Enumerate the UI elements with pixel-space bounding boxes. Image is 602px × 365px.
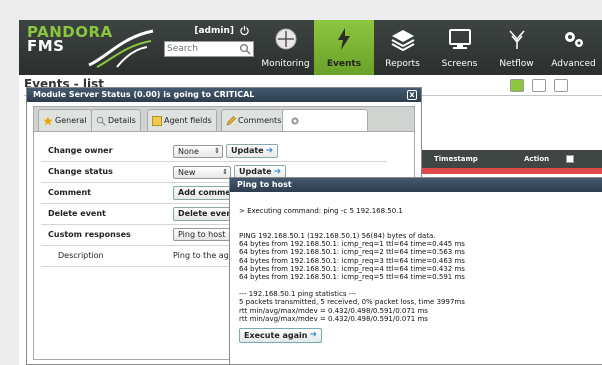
user-box: [admin] [164, 25, 254, 57]
agent-icon [152, 115, 162, 126]
ping-output: > Executing command: ping -c 5 192.168.5… [239, 207, 465, 323]
advanced-icon [564, 32, 583, 47]
pandora-fms-logo[interactable]: PANDORA FMS [27, 25, 157, 69]
owner-select-value: None [178, 146, 199, 156]
ping-output-line: PING 192.168.50.1 (192.168.50.1) 56(84) … [239, 231, 436, 240]
top-navigation-bar: PANDORA FMS [admin] Search Monitoring Ev… [19, 20, 602, 75]
list-view-icon[interactable] [510, 79, 524, 92]
dialog-tabs: General Details Agent fields Comments [33, 106, 415, 132]
select-arrows-icon: ⇕ [222, 167, 228, 176]
ping-output-line: 64 bytes from 192.168.50.1: icmp_req=4 t… [239, 265, 465, 274]
logo-swoosh-icon [88, 29, 154, 68]
execute-again-button[interactable]: Execute again ➜ [239, 328, 323, 343]
col-action[interactable]: Action [524, 150, 566, 168]
update-owner-label: Update [231, 146, 264, 155]
nav-monitoring[interactable]: Monitoring [257, 20, 314, 75]
response-select[interactable]: Ping to host [173, 228, 233, 241]
close-dialog-button[interactable]: x [407, 90, 417, 100]
tab-general[interactable]: General [38, 109, 92, 131]
ping-output-line: 64 bytes from 192.168.50.1: icmp_req=5 t… [239, 273, 465, 282]
ping-output-line: 64 bytes from 192.168.50.1: icmp_req=2 t… [239, 248, 465, 257]
comment-label: Comment [48, 188, 91, 197]
change-status-label: Change status [48, 167, 113, 176]
search-input[interactable] [165, 42, 233, 56]
change-owner-label: Change owner [48, 146, 113, 155]
ping-output-line [239, 215, 465, 223]
gear-icon [291, 116, 299, 125]
ping-output-line: 64 bytes from 192.168.50.1: icmp_req=1 t… [239, 240, 465, 249]
tab-general-label: General [55, 115, 87, 125]
ping-output-line: > Executing command: ping -c 5 192.168.5… [239, 207, 403, 215]
star-icon [43, 116, 53, 125]
select-all-checkbox[interactable] [566, 155, 574, 163]
nav-advanced[interactable]: Advanced [545, 20, 602, 75]
ping-dialog-title[interactable]: Ping to host [230, 178, 602, 192]
status-select[interactable]: New ⇕ [173, 165, 231, 179]
rss-icon[interactable] [532, 79, 546, 92]
col-timestamp[interactable]: Timestamp [434, 150, 514, 168]
ping-to-host-dialog: Ping to host > Executing command: ping -… [229, 177, 602, 365]
nav-screens[interactable]: Screens [431, 20, 488, 75]
pencil-icon [226, 115, 236, 125]
arrow-right-icon: ➜ [309, 330, 318, 340]
critical-event-row[interactable] [420, 168, 602, 174]
main-nav: Monitoring Events Reports Screens Netflo… [257, 20, 602, 75]
search-icon[interactable] [239, 43, 251, 55]
ping-output-line [239, 282, 465, 290]
ping-output-line [239, 224, 465, 232]
update-owner-button[interactable]: Update ➜ [226, 144, 279, 158]
owner-select[interactable]: None ⇕ [173, 144, 223, 158]
tab-agent-fields[interactable]: Agent fields [147, 109, 217, 131]
ping-output-line: 64 bytes from 192.168.50.1: icmp_req=3 t… [239, 256, 465, 265]
nav-events[interactable]: Events [314, 20, 374, 75]
page-title: Events - list [24, 77, 105, 87]
reports-icon [391, 30, 414, 51]
arrow-right-icon: ➜ [265, 146, 274, 156]
nav-netflow[interactable]: Netflow [488, 20, 545, 75]
tab-responses[interactable] [282, 109, 368, 131]
ping-output-line: rtt min/avg/max/mdev = 0.432/0.498/0.591… [239, 306, 428, 315]
tab-comments[interactable]: Comments [221, 109, 287, 131]
nav-reports[interactable]: Reports [374, 20, 431, 75]
view-icons [510, 79, 568, 92]
events-icon [338, 28, 350, 50]
nav-reports-label: Reports [385, 59, 420, 69]
tab-comments-label: Comments [238, 115, 282, 125]
tab-details-label: Details [108, 115, 136, 125]
ping-output-line: rtt min/avg/max/mdev = 0.432/0.498/0.591… [239, 314, 428, 323]
execute-again-label: Execute again [244, 331, 308, 340]
ping-output-line: --- 192.168.50.1 ping statistics --- [239, 289, 357, 298]
nav-events-label: Events [326, 59, 362, 69]
description-label: Description [58, 251, 104, 260]
field-change-owner: Change owner None ⇕ Update ➜ [41, 141, 387, 162]
csv-icon[interactable] [554, 79, 568, 92]
response-select-value: Ping to host [178, 230, 226, 239]
netflow-icon [508, 30, 525, 49]
dialog-title[interactable]: Module Server Status (0.00) is going to … [27, 88, 421, 102]
magnifier-icon [96, 116, 106, 126]
tab-agent-fields-label: Agent fields [164, 115, 212, 125]
search-box [164, 41, 254, 57]
nav-monitoring-label: Monitoring [261, 59, 310, 69]
monitoring-icon [275, 28, 296, 50]
events-table-header: Timestamp Action [420, 150, 602, 168]
select-arrows-icon: ⇕ [214, 146, 220, 155]
nav-advanced-label: Advanced [551, 59, 596, 69]
delete-event-label: Delete event [48, 209, 106, 218]
tab-details[interactable]: Details [91, 109, 141, 131]
custom-responses-label: Custom responses [48, 230, 131, 239]
nav-screens-label: Screens [441, 59, 478, 69]
status-select-value: New [178, 167, 196, 177]
ping-output-line: 5 packets transmitted, 5 received, 0% pa… [239, 298, 465, 307]
nav-netflow-label: Netflow [499, 59, 534, 69]
delete-event-button-label: Delete event [178, 209, 236, 218]
screens-icon [448, 29, 471, 49]
power-icon[interactable] [239, 25, 250, 36]
dialog-title-text: Module Server Status (0.00) is going to … [33, 90, 255, 99]
